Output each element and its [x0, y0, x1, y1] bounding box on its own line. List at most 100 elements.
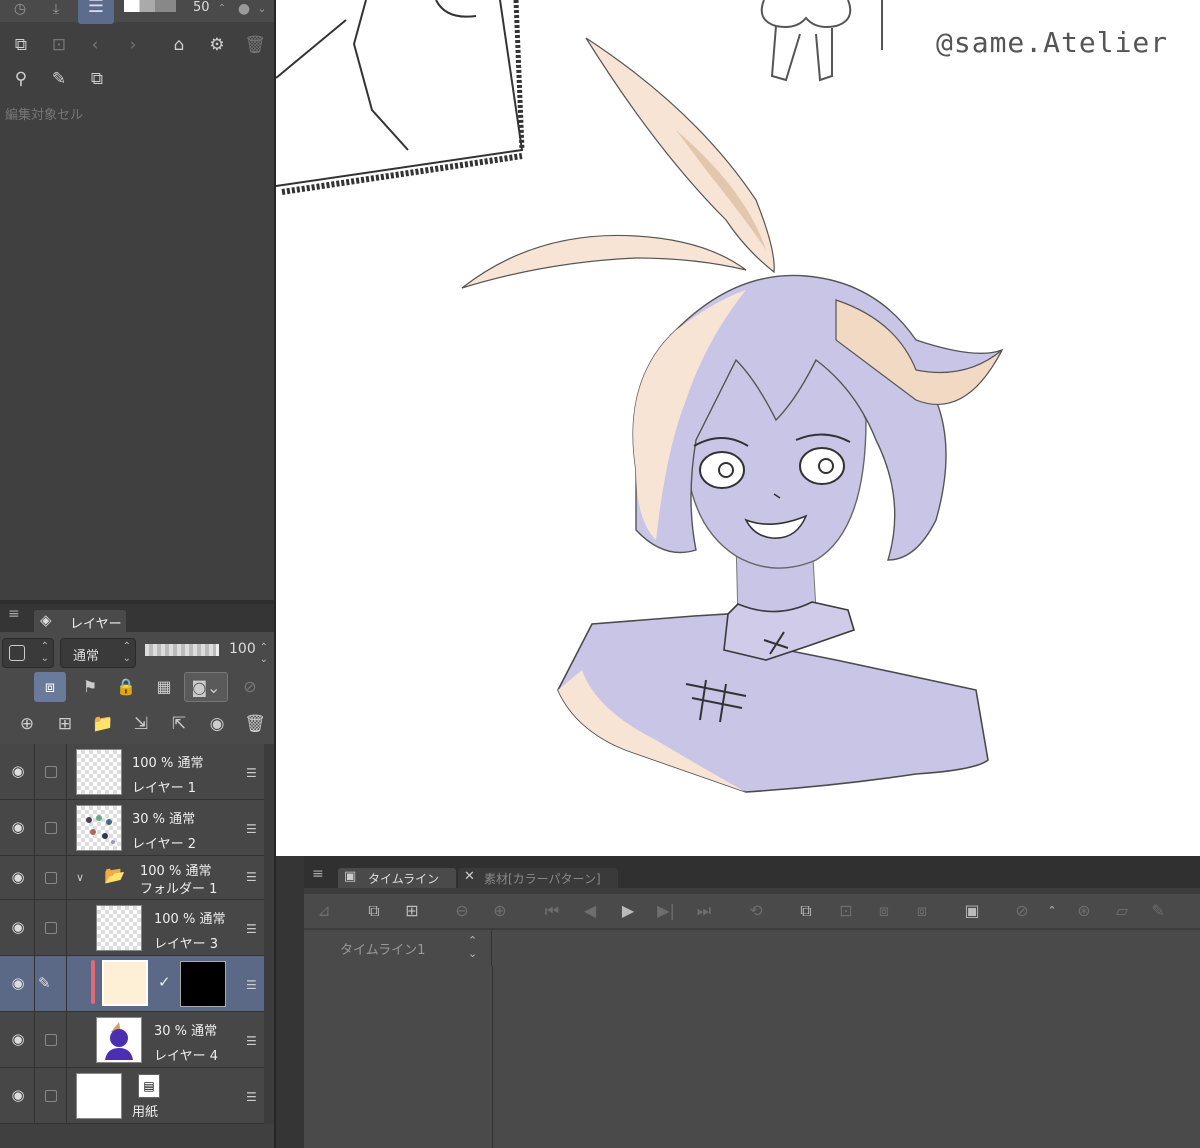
circles-icon[interactable]: ●	[234, 0, 254, 20]
check-icon[interactable]: ✓	[158, 973, 171, 991]
brush-size-value[interactable]: 50	[193, 0, 210, 15]
eye-icon[interactable]: ◉	[8, 974, 28, 992]
drawing-canvas[interactable]: @same.Atelier	[276, 0, 1200, 856]
opacity-stepper-icon[interactable]: ⌃ ⌄	[260, 642, 268, 666]
eye-icon[interactable]: ◉	[8, 868, 28, 886]
prev-frame-icon[interactable]: ◀	[578, 898, 602, 924]
chevron-down-icon[interactable]: ∨	[76, 871, 84, 884]
next-frame-icon[interactable]: ▶|	[654, 898, 678, 924]
blend-mode-select[interactable]: 通常 ⌃ ⌄	[60, 638, 136, 668]
layer-checkbox[interactable]	[45, 1090, 57, 1102]
layer-checkbox[interactable]	[45, 1034, 57, 1046]
drag-handle-icon[interactable]: ☰	[246, 978, 257, 992]
stepper-icon[interactable]: ⌃	[1040, 898, 1064, 924]
clip-layer-icon[interactable]: ⧈	[34, 672, 66, 702]
timeline-track-area[interactable]	[304, 966, 1200, 1148]
new-vector-layer-icon[interactable]: ⊞	[50, 710, 80, 738]
tab-layer[interactable]: ◈ レイヤー	[34, 610, 126, 632]
create-mask-icon[interactable]: ◉	[202, 710, 232, 738]
paper-layer-row[interactable]: ◉ ▤ 用紙 ☰	[0, 1068, 264, 1124]
opacity-value[interactable]: 100	[229, 641, 256, 657]
cell-link-icon[interactable]: ⧉	[84, 66, 110, 92]
eye-icon[interactable]: ◉	[8, 918, 28, 936]
play-icon[interactable]: ▶	[616, 898, 640, 924]
character-collar	[723, 601, 855, 661]
layer-row[interactable]: ◉ 100 % 通常 レイヤー 3 ☰	[0, 900, 264, 956]
layer-row[interactable]: ◉ 30 % 通常 レイヤー 4 ☰	[0, 1012, 264, 1068]
layer-thumbnail[interactable]	[102, 960, 148, 1006]
onion-skin-icon[interactable]: ▣	[960, 898, 984, 924]
tab-materials[interactable]: ✕ 素材[カラーパターン]	[458, 868, 618, 888]
first-frame-icon[interactable]: ⏮	[540, 898, 564, 924]
search-cell-icon[interactable]: ⚲	[8, 66, 34, 92]
assign-cel-icon[interactable]: ⧈	[872, 898, 896, 924]
lock-transparency-icon[interactable]: ▦	[148, 672, 180, 702]
layer-checkbox[interactable]	[45, 872, 57, 884]
new-timeline-icon[interactable]: ⧉	[362, 898, 386, 924]
reference-layer-icon[interactable]: ⚑	[74, 672, 106, 702]
lock-camera-icon[interactable]: ⊘	[1010, 898, 1034, 924]
timer-icon[interactable]: ◷	[10, 0, 30, 20]
new-cel-icon[interactable]: ⊡	[834, 898, 858, 924]
stepper-icon[interactable]: ⌃	[212, 0, 232, 20]
layer-mode: 通常	[191, 1024, 218, 1039]
shape-icon[interactable]: ▱	[1110, 898, 1134, 924]
drag-handle-icon[interactable]: ☰	[246, 1034, 257, 1048]
eye-icon[interactable]: ◉	[8, 818, 28, 836]
last-frame-icon[interactable]: ⏭	[692, 898, 716, 924]
layer-row-selected[interactable]: ◉ ✎ ✓ ☰	[0, 956, 264, 1012]
opacity-slider[interactable]	[145, 644, 219, 656]
layer-color-select[interactable]: ⌃ ⌄	[2, 638, 54, 668]
loop-icon[interactable]: ⟲	[744, 898, 768, 924]
chevron-left-icon[interactable]: ‹	[82, 32, 108, 58]
open-folder-icon[interactable]: ⌂	[166, 32, 192, 58]
drag-handle-icon[interactable]: ☰	[246, 922, 257, 936]
drag-handle-icon[interactable]: ☰	[246, 870, 257, 884]
timeline-select[interactable]: タイムライン1 ⌃ ⌄	[304, 930, 492, 966]
delete-cell-icon[interactable]: 🗑	[242, 32, 268, 58]
drag-handle-icon[interactable]: ☰	[246, 1090, 257, 1104]
layer-stack-icon[interactable]: ☰	[78, 0, 114, 24]
cell-settings-icon[interactable]: ⚙	[204, 32, 230, 58]
drag-handle-icon[interactable]: ☰	[246, 822, 257, 836]
edit-cell-icon[interactable]: ✎	[46, 66, 72, 92]
layer-checkbox[interactable]	[45, 766, 57, 778]
lock-cell-icon[interactable]: ⊡	[46, 32, 72, 58]
timeline-settings-icon[interactable]: ⊞	[400, 898, 424, 924]
drag-handle-icon[interactable]: ☰	[246, 766, 257, 780]
lock-icon[interactable]: 🔒	[110, 672, 142, 702]
new-animation-folder-icon[interactable]: ⧉	[794, 898, 818, 924]
mask-thumbnail[interactable]	[180, 961, 226, 1007]
layer-row[interactable]: ◉ 30 % 通常 レイヤー 2 ☰	[0, 800, 264, 856]
panel-menu-icon[interactable]: ≡	[312, 866, 324, 882]
move-down-icon[interactable]: ⤓	[46, 0, 66, 20]
mask-enable-icon[interactable]: ◙⌄	[184, 672, 228, 702]
graph-icon[interactable]: ⊿	[312, 898, 336, 924]
transfer-down-icon[interactable]: ⇲	[126, 710, 156, 738]
pen-icon[interactable]: ✎	[1146, 898, 1170, 924]
tab-timeline[interactable]: ▣ タイムライン	[338, 868, 456, 888]
eye-icon[interactable]: ◉	[8, 1030, 28, 1048]
eye-icon[interactable]: ◉	[8, 762, 28, 780]
zoom-in-icon[interactable]: ⊕	[488, 898, 512, 924]
folder-row[interactable]: ◉ ∨ 📂 100 % 通常 フォルダー 1 ☰	[0, 856, 264, 900]
new-folder-icon[interactable]: 📁	[88, 710, 118, 738]
chevron-down-icon[interactable]: ⌄	[252, 0, 272, 20]
layer-row[interactable]: ◉ 100 % 通常 レイヤー 1 ☰	[0, 744, 264, 800]
chevron-right-icon[interactable]: ›	[120, 32, 146, 58]
merge-down-icon[interactable]: ⇱	[164, 710, 194, 738]
eye-icon[interactable]: ◉	[8, 1086, 28, 1104]
layer-checkbox[interactable]	[45, 822, 57, 834]
color-swatch[interactable]	[124, 0, 176, 12]
new-raster-layer-icon[interactable]: ⊕	[12, 710, 42, 738]
layer-opacity: 100 %	[154, 912, 196, 927]
clear-keyframe-icon[interactable]: ⊛	[1072, 898, 1096, 924]
layer-checkbox[interactable]	[45, 922, 57, 934]
specify-cel-icon[interactable]: ⧈	[910, 898, 934, 924]
panel-menu-icon[interactable]: ≡	[8, 606, 20, 622]
select-cell-icon[interactable]: ⧉	[8, 32, 34, 58]
timeline-panel: ≡ ▣ タイムライン ✕ 素材[カラーパターン] ⊿ ⧉ ⊞ ⊖ ⊕ ⏮ ◀ ▶…	[276, 856, 1200, 1148]
mask-off-icon[interactable]: ⊘	[234, 672, 266, 702]
delete-layer-icon[interactable]: 🗑	[240, 710, 270, 738]
zoom-out-icon[interactable]: ⊖	[450, 898, 474, 924]
